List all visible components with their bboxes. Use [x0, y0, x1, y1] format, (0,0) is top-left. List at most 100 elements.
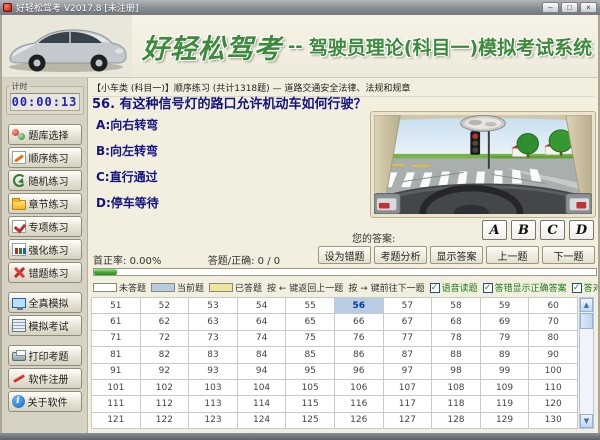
answer-button-B[interactable]: B [511, 220, 536, 240]
checkbox-option-1[interactable]: ✓ 答错显示正确答案 [482, 281, 567, 294]
scrollbar-track[interactable] [580, 329, 593, 414]
grid-cell-66[interactable]: 66 [333, 313, 384, 331]
grid-cell-60[interactable]: 60 [528, 296, 578, 315]
grid-cell-96[interactable]: 96 [333, 362, 384, 380]
grid-cell-88[interactable]: 88 [431, 346, 481, 364]
grid-cell-55[interactable]: 55 [285, 296, 335, 315]
grid-cell-92[interactable]: 92 [139, 362, 190, 380]
next-question-button[interactable]: 下一题 [542, 246, 595, 264]
show-answer-button[interactable]: 显示答案 [430, 246, 483, 264]
grid-cell-99[interactable]: 99 [479, 362, 530, 380]
grid-cell-87[interactable]: 87 [382, 346, 433, 364]
grid-cell-81[interactable]: 81 [91, 346, 141, 364]
grid-cell-52[interactable]: 52 [139, 296, 190, 315]
sidebar-button-random-practice[interactable]: 随机练习 [7, 170, 82, 191]
grid-cell-71[interactable]: 71 [91, 329, 141, 348]
grid-cell-53[interactable]: 53 [188, 296, 238, 315]
scroll-down-button[interactable]: ▼ [580, 414, 593, 428]
grid-cell-76[interactable]: 76 [333, 329, 384, 348]
grid-cell-116[interactable]: 116 [333, 395, 384, 413]
grid-cell-94[interactable]: 94 [236, 362, 287, 380]
grid-cell-124[interactable]: 124 [236, 411, 287, 430]
grid-cell-57[interactable]: 57 [382, 296, 433, 315]
grid-cell-80[interactable]: 80 [528, 329, 578, 348]
grid-cell-91[interactable]: 91 [91, 362, 141, 380]
sidebar-button-intensive-practice[interactable]: 强化练习 [7, 239, 82, 260]
sidebar-button-print[interactable]: 打印考题 [7, 345, 82, 366]
sidebar-button-mock-exam[interactable]: 模拟考试 [7, 315, 82, 336]
grid-cell-83[interactable]: 83 [188, 346, 238, 364]
grid-cell-93[interactable]: 93 [188, 362, 238, 380]
grid-cell-89[interactable]: 89 [479, 346, 530, 364]
grid-cell-130[interactable]: 130 [528, 411, 578, 430]
grid-cell-107[interactable]: 107 [382, 378, 433, 397]
grid-cell-90[interactable]: 90 [528, 346, 578, 364]
minimize-button[interactable]: – [542, 2, 559, 13]
sidebar-button-sequential-practice[interactable]: 顺序练习 [7, 147, 82, 168]
sidebar-button-question-bank[interactable]: 题库选择 [7, 124, 82, 145]
grid-cell-127[interactable]: 127 [382, 411, 433, 430]
checkbox-option-0[interactable]: ✓ 语音读题 [429, 281, 478, 294]
option-C[interactable]: C:直行通过 [96, 168, 159, 185]
grid-cell-103[interactable]: 103 [188, 378, 238, 397]
grid-cell-123[interactable]: 123 [188, 411, 238, 430]
grid-cell-77[interactable]: 77 [382, 329, 433, 348]
grid-cell-112[interactable]: 112 [139, 395, 190, 413]
grid-cell-106[interactable]: 106 [333, 378, 384, 397]
grid-cell-110[interactable]: 110 [528, 378, 578, 397]
grid-cell-125[interactable]: 125 [285, 411, 335, 430]
grid-cell-119[interactable]: 119 [479, 395, 530, 413]
grid-cell-82[interactable]: 82 [139, 346, 190, 364]
grid-cell-72[interactable]: 72 [139, 329, 190, 348]
maximize-button[interactable]: □ [561, 2, 578, 13]
grid-cell-117[interactable]: 117 [382, 395, 433, 413]
grid-cell-56[interactable]: 56 [333, 296, 384, 315]
grid-cell-97[interactable]: 97 [382, 362, 433, 380]
answer-button-C[interactable]: C [540, 220, 565, 240]
sidebar-button-wrong-question-practice[interactable]: 错题练习 [7, 262, 82, 283]
grid-cell-126[interactable]: 126 [333, 411, 384, 430]
grid-cell-69[interactable]: 69 [479, 313, 530, 331]
grid-cell-78[interactable]: 78 [431, 329, 481, 348]
sidebar-button-full-simulation[interactable]: 全真模拟 [7, 292, 82, 313]
set-wrong-button[interactable]: 设为错题 [318, 246, 371, 264]
grid-cell-114[interactable]: 114 [236, 395, 287, 413]
grid-cell-101[interactable]: 101 [91, 378, 141, 397]
grid-cell-128[interactable]: 128 [431, 411, 481, 430]
grid-cell-120[interactable]: 120 [528, 395, 578, 413]
question-analysis-button[interactable]: 考题分析 [374, 246, 427, 264]
checkbox-option-2[interactable]: ✓答对转下一题 [571, 281, 600, 294]
grid-cell-79[interactable]: 79 [479, 329, 530, 348]
grid-cell-74[interactable]: 74 [236, 329, 287, 348]
grid-cell-113[interactable]: 113 [188, 395, 238, 413]
grid-cell-122[interactable]: 122 [139, 411, 190, 430]
answer-button-A[interactable]: A [482, 220, 507, 240]
grid-cell-115[interactable]: 115 [285, 395, 335, 413]
grid-cell-75[interactable]: 75 [285, 329, 335, 348]
grid-cell-67[interactable]: 67 [382, 313, 433, 331]
grid-cell-73[interactable]: 73 [188, 329, 238, 348]
grid-cell-84[interactable]: 84 [236, 346, 287, 364]
grid-cell-62[interactable]: 62 [139, 313, 190, 331]
answer-button-D[interactable]: D [569, 220, 594, 240]
sidebar-button-register[interactable]: 软件注册 [7, 368, 82, 389]
grid-cell-68[interactable]: 68 [431, 313, 481, 331]
previous-question-button[interactable]: 上一题 [486, 246, 539, 264]
sidebar-button-special-practice[interactable]: 专项练习 [7, 216, 82, 237]
grid-cell-105[interactable]: 105 [285, 378, 335, 397]
grid-cell-98[interactable]: 98 [431, 362, 481, 380]
grid-cell-121[interactable]: 121 [91, 411, 141, 430]
grid-cell-51[interactable]: 51 [91, 296, 141, 315]
grid-cell-63[interactable]: 63 [188, 313, 238, 331]
grid-cell-54[interactable]: 54 [236, 296, 287, 315]
grid-cell-129[interactable]: 129 [479, 411, 530, 430]
grid-cell-59[interactable]: 59 [479, 296, 530, 315]
grid-cell-108[interactable]: 108 [431, 378, 481, 397]
grid-cell-70[interactable]: 70 [528, 313, 578, 331]
grid-cell-102[interactable]: 102 [139, 378, 190, 397]
grid-cell-86[interactable]: 86 [333, 346, 384, 364]
scrollbar-thumb[interactable] [580, 313, 593, 329]
close-button[interactable]: × [580, 2, 597, 13]
sidebar-button-chapter-practice[interactable]: 章节练习 [7, 193, 82, 214]
grid-cell-65[interactable]: 65 [285, 313, 335, 331]
